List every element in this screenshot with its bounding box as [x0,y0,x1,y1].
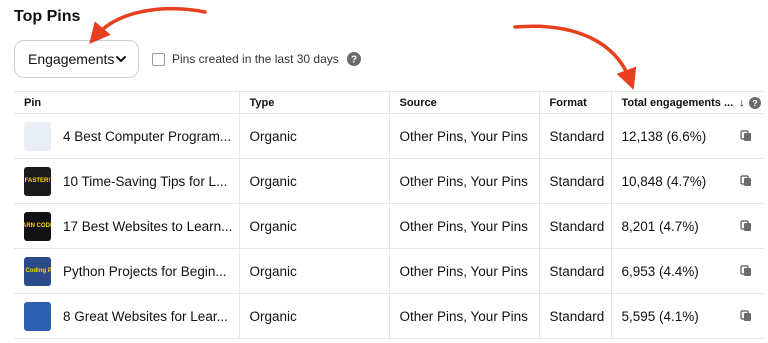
recent-pins-filter[interactable]: Pins created in the last 30 days ? [152,52,361,66]
pin-type: Organic [239,158,390,204]
column-header-engagements[interactable]: Total engagements ... ↓ ? [611,91,764,114]
table-row[interactable]: LEARN CODING 17 Best Websites to Learn...… [14,203,764,249]
pin-thumbnail-text: Python Coding Projects [24,268,51,274]
engagements-header-label: Total engagements ... [621,96,734,109]
pin-thumbnail[interactable] [24,301,51,331]
copy-icon[interactable] [740,265,752,277]
pin-source: Other Pins, Your Pins [389,158,540,204]
table-row[interactable]: 8 Great Websites for Lear... Organic Other… [14,293,764,339]
annotation-arrow-left [89,6,207,45]
pin-title[interactable]: Python Projects for Begin... [63,264,227,279]
table-row[interactable]: FASTER! 10 Time-Saving Tips for L... Organ… [14,158,764,204]
pin-cell[interactable]: 8 Great Websites for Lear... [14,293,240,339]
pin-engagements: 10,848 (4.7%) [621,173,707,189]
pin-cell[interactable]: 4 Best Computer Program... [14,113,240,159]
arrow-down-icon[interactable]: ↓ [739,97,745,109]
chevron-down-icon [116,56,126,62]
page-title: Top Pins [14,8,81,25]
pin-thumbnail[interactable]: Python Coding Projects [24,256,51,286]
copy-icon[interactable] [740,175,752,187]
table-row[interactable]: Python Coding Projects Python Projects fo… [14,248,764,294]
pin-cell[interactable]: LEARN CODING 17 Best Websites to Learn... [14,203,240,249]
pin-thumbnail[interactable] [24,121,51,151]
pin-engagements-cell: 12,138 (6.6%) [611,113,764,159]
pin-title[interactable]: 10 Time-Saving Tips for L... [63,174,227,189]
copy-icon[interactable] [740,130,752,142]
pin-type: Organic [239,293,390,339]
pin-type: Organic [239,113,390,159]
pin-engagements-cell: 10,848 (4.7%) [611,158,764,204]
pin-cell[interactable]: FASTER! 10 Time-Saving Tips for L... [14,158,240,204]
pin-engagements: 5,595 (4.1%) [621,308,699,324]
pin-thumbnail[interactable]: FASTER! [24,166,51,196]
table-header-row: Pin Type Source Format Total engagements… [14,91,764,114]
pin-source: Other Pins, Your Pins [389,248,540,294]
column-header-format: Format [539,91,612,114]
pin-engagements-cell: 6,953 (4.4%) [611,248,764,294]
help-circle-icon[interactable]: ? [346,52,361,66]
pin-source: Other Pins, Your Pins [389,293,540,339]
pin-engagements-cell: 5,595 (4.1%) [611,293,764,339]
copy-icon[interactable] [740,220,752,232]
pin-engagements: 12,138 (6.6%) [621,128,707,144]
pin-title[interactable]: 4 Best Computer Program... [63,129,231,144]
pin-format: Standard [539,158,612,204]
svg-text:?: ? [752,98,757,108]
pin-format: Standard [539,248,612,294]
pin-type: Organic [239,203,390,249]
pin-thumbnail-text: LEARN CODING [24,223,51,229]
pin-engagements: 8,201 (4.7%) [621,218,699,234]
recent-pins-checkbox[interactable] [152,52,165,66]
svg-text:?: ? [351,55,357,66]
pin-thumbnail-text: FASTER! [24,178,51,184]
pin-source: Other Pins, Your Pins [389,113,540,159]
pin-format: Standard [539,113,612,159]
pin-title[interactable]: 17 Best Websites to Learn... [63,219,232,234]
pin-format: Standard [539,293,612,339]
metric-dropdown-value: Engagements [28,51,115,67]
pin-format: Standard [539,203,612,249]
metric-dropdown[interactable]: Engagements [14,40,139,78]
top-pins-table: Pin Type Source Format Total engagements… [14,91,764,339]
column-header-type: Type [239,91,390,114]
table-row[interactable]: 4 Best Computer Program... Organic Other P… [14,113,764,159]
pin-engagements: 6,953 (4.4%) [621,263,699,279]
pin-title[interactable]: 8 Great Websites for Lear... [63,309,228,324]
column-header-pin: Pin [14,91,240,114]
pin-engagements-cell: 8,201 (4.7%) [611,203,764,249]
pin-source: Other Pins, Your Pins [389,203,540,249]
annotation-arrow-right [513,24,637,90]
recent-pins-label: Pins created in the last 30 days [172,52,339,66]
column-header-source: Source [389,91,540,114]
pin-cell[interactable]: Python Coding Projects Python Projects fo… [14,248,240,294]
copy-icon[interactable] [740,310,752,322]
help-circle-icon[interactable]: ? [748,96,761,109]
pin-type: Organic [239,248,390,294]
pin-thumbnail[interactable]: LEARN CODING [24,211,51,241]
